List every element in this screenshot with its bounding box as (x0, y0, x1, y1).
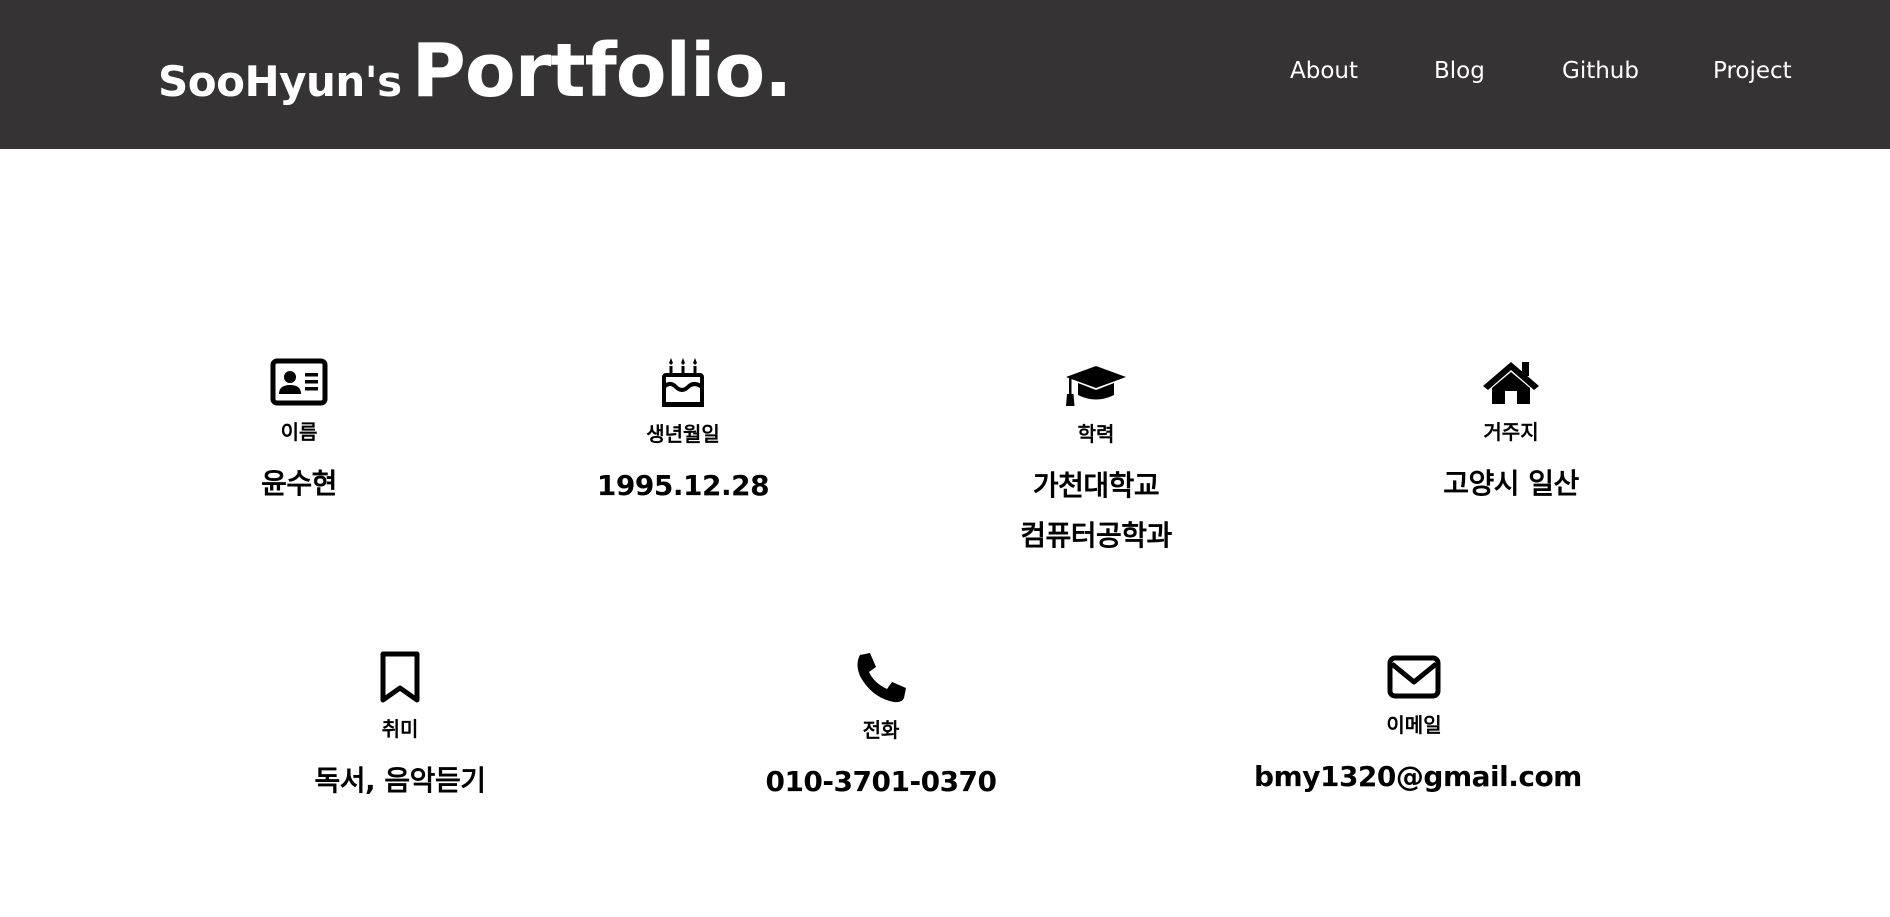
home-icon (1483, 362, 1539, 404)
info-address: 거주지 고양시 일산 (1351, 358, 1671, 509)
info-hobby: 취미 독서, 음악듣기 (240, 651, 560, 806)
envelope-icon (1387, 655, 1441, 699)
graduation-cap-icon (1066, 366, 1126, 406)
info-name: 이름 윤수현 (139, 358, 459, 509)
info-value: bmy1320@gmail.com (1254, 760, 1582, 793)
info-value: 독서, 음악듣기 (314, 764, 486, 797)
info-label: 이름 (280, 420, 318, 444)
education-school: 가천대학교 (1032, 469, 1160, 502)
id-card-icon (270, 358, 328, 406)
info-label: 학력 (1077, 422, 1115, 446)
info-label: 생년월일 (646, 422, 720, 446)
bookmark-icon (380, 651, 420, 703)
info-label: 전화 (862, 718, 900, 742)
education-major: 컴퓨터공학과 (1020, 519, 1172, 552)
info-email: 이메일 bmy1320@gmail.com (1254, 655, 1582, 802)
info-value: 가천대학교 컴퓨터공학과 (936, 461, 1256, 561)
info-value: 010-3701-0370 (765, 765, 997, 798)
info-label: 취미 (381, 717, 419, 741)
site-header: SooHyun's Portfolio. About Blog Github Pr… (0, 0, 1890, 149)
nav-project[interactable]: Project (1713, 58, 1792, 84)
info-phone: 전화 010-3701-0370 (721, 652, 1041, 807)
info-value: 1995.12.28 (596, 469, 770, 502)
info-label: 이메일 (1386, 713, 1442, 737)
nav-blog[interactable]: Blog (1434, 58, 1485, 84)
nav-github[interactable]: Github (1562, 58, 1639, 84)
info-education: 학력 가천대학교 컴퓨터공학과 (936, 364, 1256, 561)
info-label: 거주지 (1483, 420, 1539, 444)
info-value: 윤수현 (261, 467, 337, 500)
info-birthday: 생년월일 1995.12.28 (523, 356, 843, 511)
nav-about[interactable]: About (1290, 58, 1358, 84)
birthday-cake-icon (662, 358, 704, 407)
info-value: 고양시 일산 (1443, 467, 1579, 500)
phone-icon (857, 653, 906, 703)
main-nav: About Blog Github Project (0, 58, 1890, 88)
